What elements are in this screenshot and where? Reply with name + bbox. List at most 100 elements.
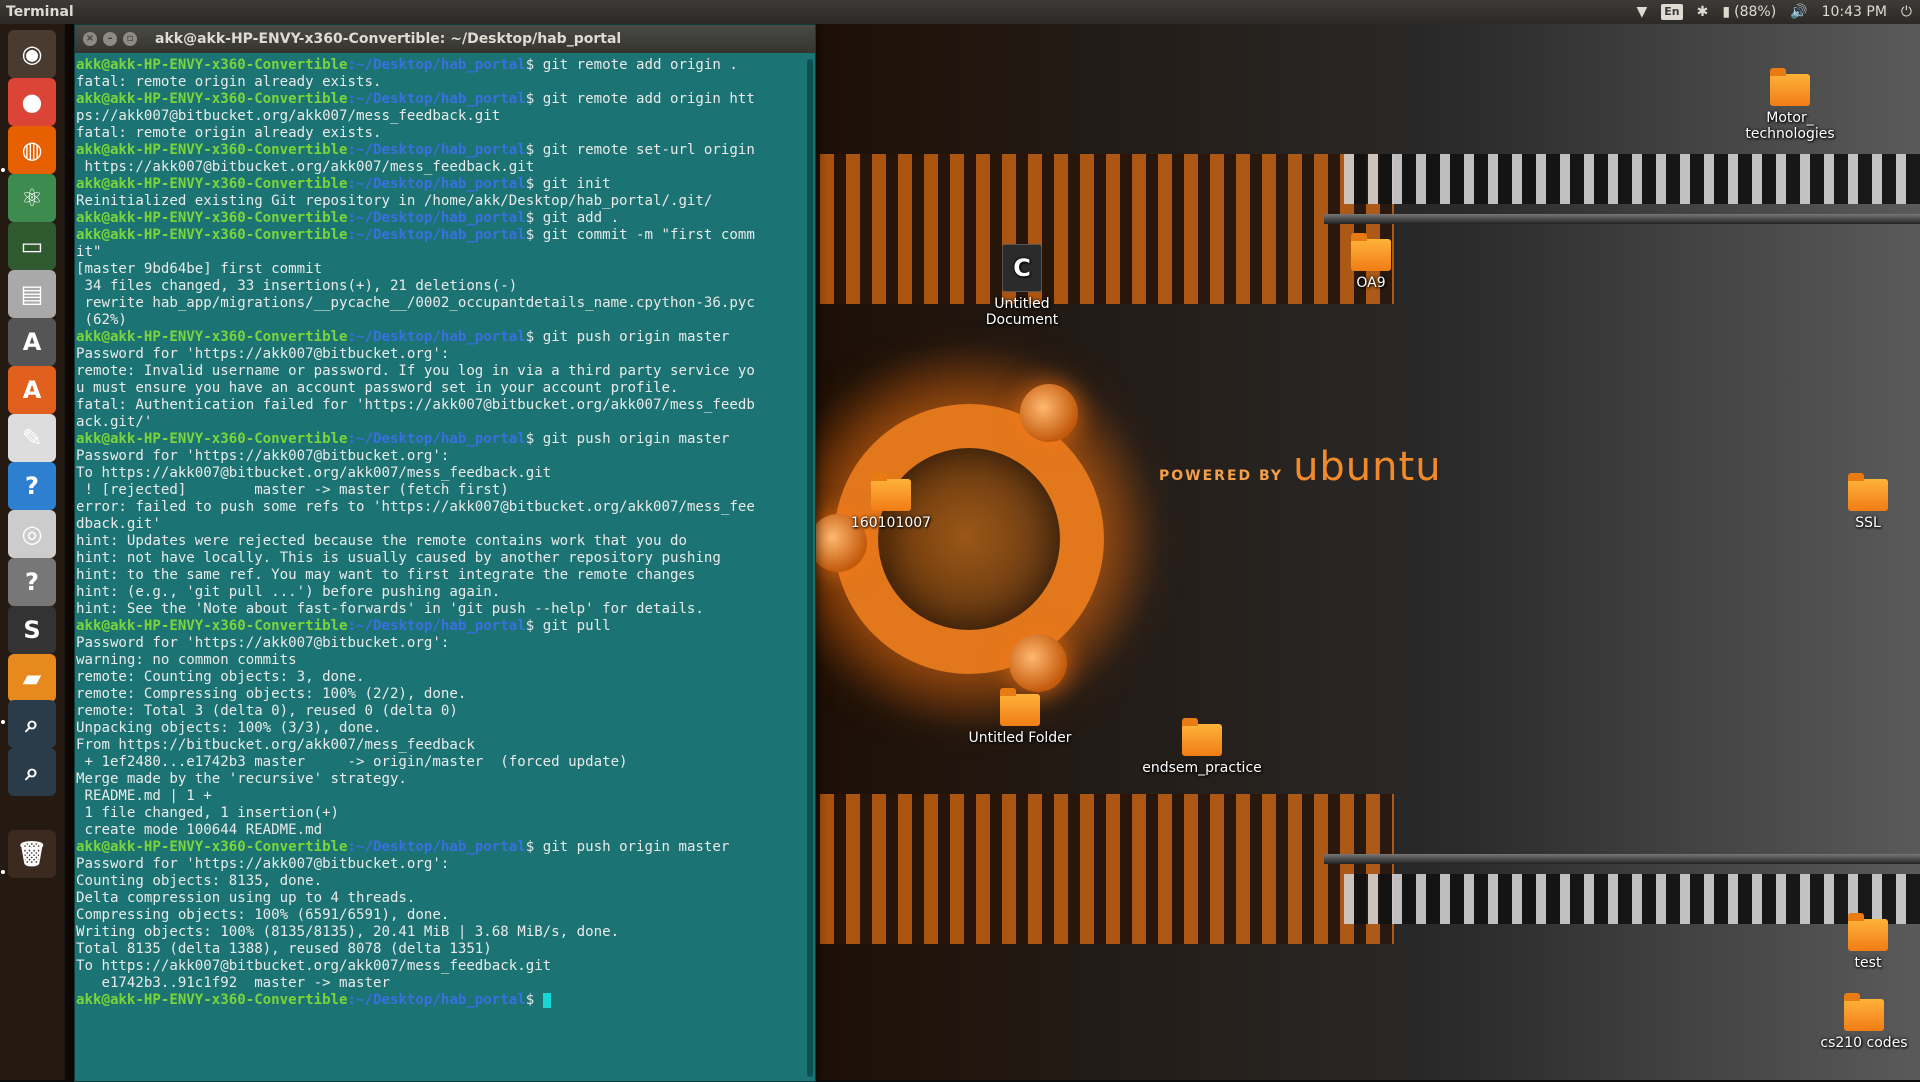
desktop-icon-label: Untitled Folder <box>968 730 1072 746</box>
keyboard-layout-indicator[interactable]: En <box>1661 4 1683 20</box>
trash-icon[interactable]: 🗑 <box>8 830 56 878</box>
screenshot-icon[interactable]: ⌕ <box>8 700 56 748</box>
prompt-path: :~/Desktop/hab_portal <box>347 210 526 226</box>
atom-icon[interactable]: ⚛ <box>8 174 56 222</box>
terminal-titlebar[interactable]: × – ▫ akk@akk-HP-ENVY-x360-Convertible: … <box>75 25 815 53</box>
terminal-output-line: README.md | 1 + <box>76 788 212 804</box>
terminal-output-line: Total 8135 (delta 1388), reused 8078 (de… <box>76 941 492 957</box>
screenshot-icon-2[interactable]: ⌕ <box>8 748 56 796</box>
desktop-icon-label: OA9 <box>1356 275 1386 291</box>
ubuntu-dash-icon[interactable]: ◉ <box>8 30 56 78</box>
software-updater-icon[interactable]: A <box>8 318 56 366</box>
ubuntu-logo-dot <box>1009 634 1067 692</box>
terminal-prompt-line: akk@akk-HP-ENVY-x360-Convertible:~/Deskt… <box>76 91 802 108</box>
terminal-prompt-line: akk@akk-HP-ENVY-x360-Convertible:~/Deskt… <box>76 210 802 227</box>
prompt-user-host: akk@akk-HP-ENVY-x360-Convertible <box>76 227 348 243</box>
firefox-icon[interactable]: ◍ <box>8 126 56 174</box>
clock[interactable]: 10:43 PM <box>1822 0 1887 24</box>
help-icon[interactable]: ? <box>8 462 56 510</box>
prompt-command: $ git add . <box>525 210 620 226</box>
prompt-user-host: akk@akk-HP-ENVY-x360-Convertible <box>76 142 348 158</box>
terminal-output-line: Password for 'https://akk007@bitbucket.o… <box>76 448 450 464</box>
terminal-output-line: Password for 'https://akk007@bitbucket.o… <box>76 346 450 362</box>
evince-icon[interactable]: ✎ <box>8 414 56 462</box>
close-button[interactable]: × <box>83 32 97 46</box>
desktop-icon-label: endsem_practice <box>1142 760 1262 776</box>
terminal-output-line: create mode 100644 README.md <box>76 822 323 838</box>
ubuntu-logo-ring <box>834 404 1104 674</box>
minimize-button[interactable]: – <box>103 32 117 46</box>
desktop-folder-untitled-folder[interactable]: Untitled Folder <box>960 688 1080 746</box>
terminal-output-line: hint: not have locally. This is usually … <box>76 550 721 566</box>
terminal-output-line: hint: (e.g., 'git pull ...') before push… <box>76 584 501 600</box>
terminal-prompt-line: akk@akk-HP-ENVY-x360-Convertible:~/Deskt… <box>76 992 802 1009</box>
prompt-path: :~/Desktop/hab_portal <box>347 142 526 158</box>
desktop-icon-label: test <box>1854 955 1882 971</box>
desktop-folder-endsem-practice[interactable]: endsem_practice <box>1142 718 1262 776</box>
bluetooth-icon[interactable]: ✱ <box>1697 0 1709 24</box>
prompt-path: :~/Desktop/hab_portal <box>347 227 526 243</box>
battery-percent: (88%) <box>1734 4 1777 20</box>
system-monitor-icon[interactable]: ▭ <box>8 222 56 270</box>
terminal-output[interactable]: akk@akk-HP-ENVY-x360-Convertible:~/Deskt… <box>75 55 803 1081</box>
desktop-icon-label: cs210 codes <box>1820 1035 1908 1051</box>
desktop-folder-160101007[interactable]: 160101007 <box>831 473 951 531</box>
terminal-window[interactable]: × – ▫ akk@akk-HP-ENVY-x360-Convertible: … <box>74 24 816 1082</box>
terminal-output-line: dback.git' <box>76 516 161 532</box>
prompt-command: $ git push origin master <box>525 839 730 855</box>
files-icon[interactable]: ▤ <box>8 270 56 318</box>
terminal-output-line: Merge made by the 'recursive' strategy. <box>76 771 407 787</box>
prompt-user-host: akk@akk-HP-ENVY-x360-Convertible <box>76 618 348 634</box>
terminal-output-line: Delta compression using up to 4 threads. <box>76 890 416 906</box>
folder-icon <box>1844 993 1884 1031</box>
terminal-output-line: 1 file changed, 1 insertion(+) <box>76 805 340 821</box>
folder-icon <box>1182 718 1222 756</box>
terminal-output-line: ps://akk007@bitbucket.org/akk007/mess_fe… <box>76 108 501 124</box>
terminal-prompt-line: akk@akk-HP-ENVY-x360-Convertible:~/Deskt… <box>76 57 802 74</box>
terminal-output-line: Password for 'https://akk007@bitbucket.o… <box>76 856 450 872</box>
terminal-prompt-line: akk@akk-HP-ENVY-x360-Convertible:~/Deskt… <box>76 618 802 635</box>
wallpaper-grille-bottom-dark <box>1344 874 1920 924</box>
terminal-output-line: remote: Invalid username or password. If… <box>76 363 755 379</box>
terminal-output-line: remote: Counting objects: 3, done. <box>76 669 365 685</box>
terminal-output-line: fatal: remote origin already exists. <box>76 74 382 90</box>
terminal-output-line: Password for 'https://akk007@bitbucket.o… <box>76 635 450 651</box>
chrome-icon[interactable]: ● <box>8 78 56 126</box>
terminal-prompt-line: akk@akk-HP-ENVY-x360-Convertible:~/Deskt… <box>76 176 802 193</box>
desktop-folder-test[interactable]: test <box>1808 913 1920 971</box>
battery-indicator[interactable]: ▮ (88%) <box>1722 0 1776 24</box>
volume-icon[interactable]: 🔊 <box>1790 0 1807 24</box>
terminal-output-line: remote: Total 3 (delta 0), reused 0 (del… <box>76 703 458 719</box>
desktop-folder-motor-technologies[interactable]: Motor_ technologies <box>1730 68 1850 142</box>
unknown-app-icon[interactable]: ? <box>8 558 56 606</box>
terminal-scrollbar[interactable] <box>807 59 813 1077</box>
wallpaper-rail <box>1324 854 1920 864</box>
prompt-command: $ git remote add origin . <box>525 57 738 73</box>
ubuntu-software-icon[interactable]: A <box>8 366 56 414</box>
prompt-path: :~/Desktop/hab_portal <box>347 91 526 107</box>
desktop-icon-label: Untitled Document <box>985 296 1059 328</box>
wifi-icon[interactable]: ▼ <box>1637 0 1648 24</box>
desktop-folder-oa9[interactable]: OA9 <box>1311 233 1431 291</box>
wallpaper-grille-top <box>794 154 1394 304</box>
desktop-folder-ssl[interactable]: SSL <box>1808 473 1920 531</box>
terminal-output-line: [master 9bd64be] first commit <box>76 261 323 277</box>
desktop-icon-label: 160101007 <box>850 515 932 531</box>
sublime-text-icon[interactable]: S <box>8 606 56 654</box>
desktop-file-untitled-document[interactable]: C Untitled Document <box>962 244 1082 328</box>
maximize-button[interactable]: ▫ <box>123 32 137 46</box>
power-icon[interactable]: ⏻ <box>1901 0 1912 24</box>
terminal-prompt-line: akk@akk-HP-ENVY-x360-Convertible:~/Deskt… <box>76 839 802 856</box>
active-app-title: Terminal <box>6 4 74 20</box>
terminal-output-line: ! [rejected] master -> master (fetch fir… <box>76 482 509 498</box>
terminal-output-line: rewrite hab_app/migrations/__pycache__/0… <box>76 295 755 311</box>
file-manager-icon[interactable]: ▰ <box>8 654 56 702</box>
prompt-user-host: akk@akk-HP-ENVY-x360-Convertible <box>76 91 348 107</box>
terminal-output-line: https://akk007@bitbucket.org/akk007/mess… <box>76 159 535 175</box>
prompt-command: $ <box>525 992 543 1008</box>
prompt-command: $ git remote set-url origin <box>525 142 755 158</box>
document-icon: C <box>1002 244 1042 292</box>
webcam-icon[interactable]: ◎ <box>8 510 56 558</box>
terminal-title: akk@akk-HP-ENVY-x360-Convertible: ~/Desk… <box>155 31 622 47</box>
desktop-folder-cs210-codes[interactable]: cs210 codes <box>1804 993 1920 1051</box>
